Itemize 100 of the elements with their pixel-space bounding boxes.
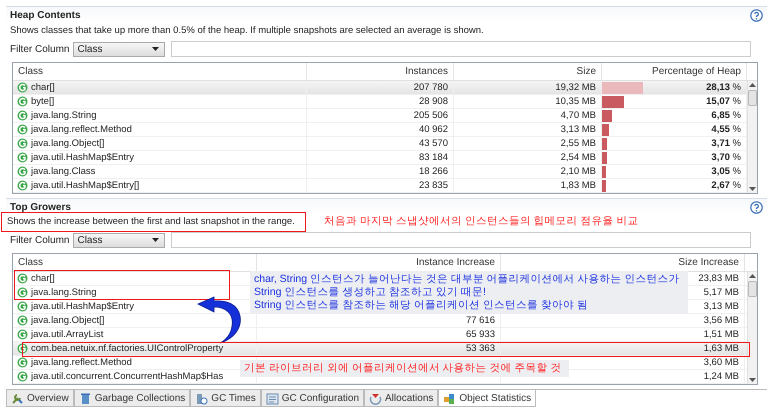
table-row[interactable]: java.lang.Class 18 266 2,10 MB 3,05 % [13,165,747,179]
scrollbar[interactable] [747,272,757,384]
table-row[interactable]: char[] 207 780 19,32 MB 28,13 % [13,81,747,95]
table-row[interactable]: java.lang.String 205 506 4,70 MB 6,85 % [13,109,747,123]
class-icon [17,343,28,354]
callout-text: String 인스턴스를 참조하는 해당 어플리케이션 인스턴스를 찾아야 됨 [254,299,588,312]
table-cell: char[] [31,82,55,93]
table-cell: 1,24 MB [704,371,739,382]
caret-icon [152,47,160,51]
class-icon [17,301,28,312]
section-title: Heap Contents [10,10,81,20]
class-icon [17,287,28,298]
table-cell: 77 616 [466,315,495,326]
gauge-icon [195,392,208,404]
scroll-down-icon [749,187,756,191]
table-cell: 2,54 MB [560,152,596,163]
table-cell: java.lang.Object[] [31,315,104,326]
table-cell: 28 908 [418,96,448,107]
table-cell: 2,10 MB [560,166,596,177]
table-cell: 2,67 % [711,180,741,191]
table-cell: byte[] [31,96,54,107]
table-cell: java.util.HashMap$Entry[] [31,180,140,191]
table-row[interactable]: com.bea.netuix.nf.factories.UIControlProperty 53 363 1,63 MB [13,342,747,356]
filter-field[interactable] [171,41,752,57]
callout-text: String 인스턴스를 생성하고 참조하고 있기 때문! [254,286,486,299]
table-cell: 1,51 MB [704,329,739,340]
tab[interactable]: Object Statistics [438,390,536,407]
table-cell: java.lang.String [31,110,96,121]
class-icon [17,166,28,177]
column-header[interactable]: Class [13,63,307,80]
table-cell: 3,05 % [711,166,741,177]
class-icon [17,329,28,340]
table-cell: 23 835 [418,180,448,191]
table-row[interactable]: java.util.HashMap$Entry 83 184 2,54 MB 3,70 % [13,151,747,165]
table-cell: com.bea.netuix.nf.factories.UIControlProperty [31,343,224,354]
table-cell: java.util.ArrayList [31,329,104,340]
table-cell: char[] [31,273,55,284]
wrench-icon [11,392,24,404]
tab[interactable]: Allocations [364,390,438,407]
curved-arrow [196,296,242,344]
column-header[interactable]: Instances [307,63,454,80]
table-row[interactable]: byte[] 28 908 10,35 MB 15,07 % [13,95,747,109]
table-cell: java.util.HashMap$Entry [31,152,134,163]
filter-dropdown[interactable]: Class [73,42,166,56]
class-icon [17,371,28,382]
class-icon [17,315,28,326]
table-row[interactable]: java.lang.reflect.Method 40 962 3,13 MB 4,55 % [13,123,747,137]
class-icon [17,124,28,135]
scroll-thumb[interactable] [748,281,757,297]
class-icon [17,110,28,121]
table-cell: 3,13 MB [704,301,739,312]
cubes-icon [443,392,456,404]
class-icon [17,152,28,163]
table-cell: 3,71 % [711,138,741,149]
table-cell: 3,56 MB [704,315,739,326]
table-cell: 40 962 [418,124,448,135]
section-title: Top Growers [10,202,71,212]
table-cell: java.lang.String [31,287,96,298]
help-icon[interactable] [750,200,763,214]
filter-dropdown[interactable]: Class [73,232,166,248]
scrollbar[interactable] [747,81,757,193]
tab[interactable]: GC Times [190,390,261,407]
help-icon[interactable] [750,8,763,22]
table-cell: 65 933 [466,329,495,340]
table-cell: 18 266 [418,166,448,177]
table-cell: java.lang.reflect.Method [31,357,132,368]
filter-field[interactable] [171,232,752,248]
table-cell: 28,13 % [706,82,741,93]
column-header[interactable]: Size [454,63,602,80]
table-cell: 43 570 [418,138,448,149]
table-cell: 205 506 [414,110,448,121]
table-row[interactable]: java.lang.Object[] 43 570 2,55 MB 3,71 % [13,137,747,151]
document-icon [266,392,279,404]
table-cell: java.util.concurrent.ConcurrentHashMap$Has [31,371,224,382]
filter-label: Filter Column [10,44,70,54]
scroll-up-icon [749,83,756,87]
table-cell: 1,83 MB [560,180,596,191]
column-header[interactable]: Percentage of Heap [602,63,747,80]
table-cell: 83 184 [418,152,448,163]
scroll-down-icon [749,378,756,382]
tab[interactable]: Garbage Collections [74,390,190,407]
table-cell: 207 780 [414,82,448,93]
table-cell: 10,35 MB [555,96,596,107]
table-cell: java.lang.Object[] [31,138,104,149]
table-cell: 4,55 % [711,124,741,135]
table-row[interactable]: java.util.HashMap$Entry[] 23 835 1,83 MB 2,67 % [13,179,747,193]
table-cell: 3,60 MB [704,357,739,368]
tab[interactable]: GC Configuration [260,390,364,407]
class-icon [17,357,28,368]
section-description: Shows the increase between the first and last snapshot in the range. [6,215,296,229]
table-cell: 6,85 % [711,110,741,121]
table-cell: 2,55 MB [560,138,596,149]
class-icon [17,180,28,191]
table-cell: 53 363 [466,343,495,354]
table-cell: 3,13 MB [560,124,596,135]
scroll-thumb[interactable] [748,90,757,106]
tab[interactable]: Overview [6,390,74,407]
table-cell: 15,07 % [706,96,741,107]
trash-can-icon [78,392,92,404]
table-cell: 5,17 MB [704,287,739,298]
